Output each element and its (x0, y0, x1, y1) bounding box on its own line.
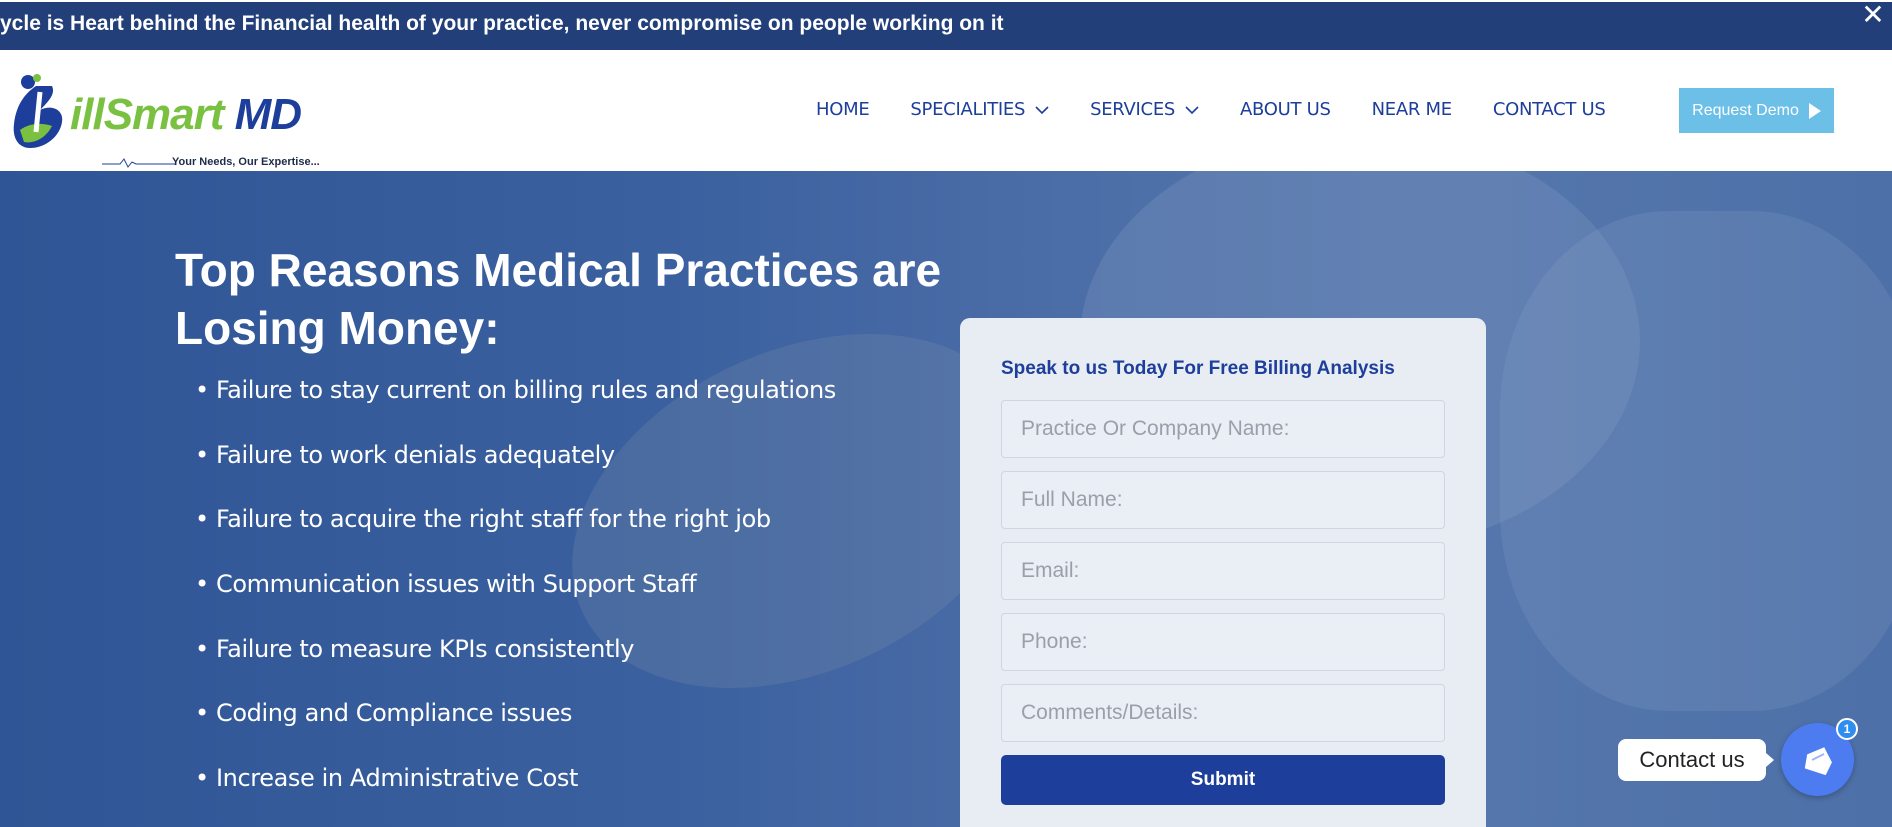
nav-label: NEAR ME (1371, 99, 1452, 120)
logo-text-smart: Smart (103, 90, 225, 139)
list-item: • Coding and Compliance issues (195, 699, 573, 728)
hero-background-blur (1500, 211, 1892, 711)
logo-text-ill: ill (70, 90, 105, 139)
close-icon[interactable]: ✕ (1858, 2, 1888, 30)
request-demo-label: Request Demo (1692, 101, 1799, 119)
reasons-list: • Failure to stay current on billing rul… (195, 376, 836, 827)
nav-label: CONTACT US (1492, 99, 1606, 120)
list-item: • Failure to measure KPIs consistently (195, 634, 635, 663)
billing-analysis-form: Speak to us Today For Free Billing Analy… (960, 318, 1486, 827)
announcement-text: ycle is Heart behind the Financial healt… (0, 12, 1004, 35)
email-input[interactable] (1001, 542, 1445, 600)
announcement-bar: ycle is Heart behind the Financial healt… (0, 0, 1892, 50)
company-name-input[interactable] (1001, 400, 1445, 458)
full-name-input[interactable] (1001, 471, 1445, 529)
phone-input[interactable] (1001, 613, 1445, 671)
logo-tagline: Your Needs, Our Expertise... (172, 156, 320, 168)
site-logo[interactable]: illSmart MD Your Needs, Our Expertise... (6, 72, 326, 168)
nav-item-near-me[interactable]: NEAR ME (1372, 99, 1452, 120)
logo-text-md: MD (234, 90, 302, 139)
contact-us-bubble[interactable]: Contact us (1618, 739, 1774, 781)
hero-section: Top Reasons Medical Practices are Losing… (0, 171, 1892, 827)
site-header: illSmart MD Your Needs, Our Expertise...… (0, 50, 1892, 171)
nav-label: HOME (816, 99, 870, 120)
form-title: Speak to us Today For Free Billing Analy… (1001, 358, 1395, 379)
logo-person-icon (13, 74, 63, 148)
chevron-down-icon (1185, 105, 1199, 114)
notification-badge: 1 (1836, 718, 1858, 740)
list-item: • Failure to acquire the right staff for… (195, 505, 771, 534)
main-nav: HOME SPECIALITIES SERVICES ABOUT US NEAR… (816, 99, 1647, 120)
list-item: • Communication issues with Support Staf… (195, 570, 697, 599)
hero-title: Top Reasons Medical Practices are Losing… (175, 244, 942, 354)
heartbeat-line-icon (102, 158, 176, 168)
contact-us-label: Contact us (1639, 747, 1745, 772)
request-demo-button[interactable]: Request Demo (1679, 88, 1834, 133)
nav-item-services[interactable]: SERVICES (1090, 99, 1199, 120)
nav-item-contact-us[interactable]: CONTACT US (1493, 99, 1606, 120)
logo-wordmark: illSmart MD (70, 90, 302, 140)
nav-item-specialities[interactable]: SPECIALITIES (910, 99, 1049, 120)
play-icon (1808, 102, 1821, 119)
list-item: • Failure to work denials adequately (195, 440, 615, 469)
nav-label: SERVICES (1090, 99, 1176, 120)
chevron-down-icon (1035, 105, 1049, 114)
nav-label: ABOUT US (1240, 99, 1331, 120)
nav-label: SPECIALITIES (910, 99, 1026, 120)
nav-item-home[interactable]: HOME (816, 99, 870, 120)
nav-item-about-us[interactable]: ABOUT US (1240, 99, 1331, 120)
list-item: • Failure to stay current on billing rul… (195, 376, 836, 404)
list-item: • Increase in Administrative Cost (195, 764, 578, 793)
comments-input[interactable] (1001, 684, 1445, 742)
chat-icon (1804, 746, 1832, 775)
submit-button[interactable]: Submit (1001, 755, 1445, 805)
